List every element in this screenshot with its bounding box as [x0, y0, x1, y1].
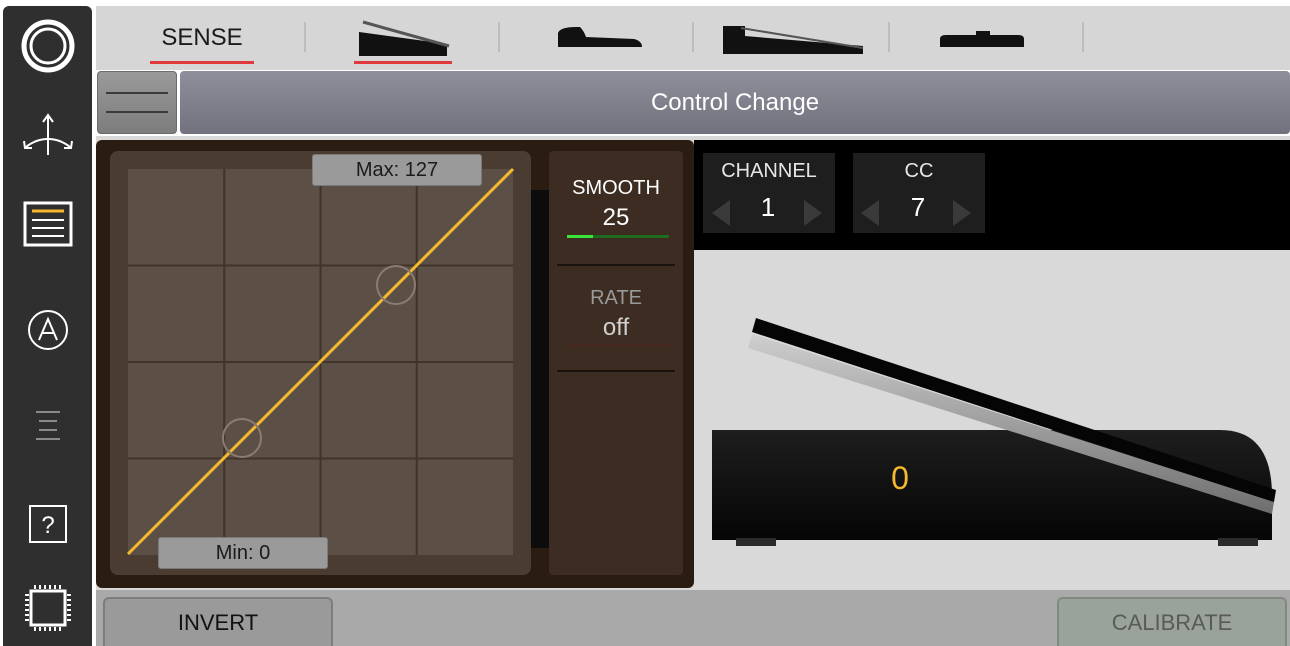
calibrate-button[interactable]: CALIBRATE — [1057, 597, 1287, 646]
channel-increment-icon[interactable] — [804, 200, 822, 226]
panel-divider — [531, 190, 549, 548]
rate-level-track — [567, 345, 669, 346]
response-curve-editor[interactable] — [110, 151, 531, 575]
invert-button[interactable]: INVERT — [103, 597, 333, 646]
channel-value: 1 — [760, 192, 776, 222]
tab-sense-underline — [150, 61, 254, 64]
param-separator — [557, 264, 675, 266]
rate-value[interactable]: off — [549, 314, 683, 342]
pedal-type-tabs: SENSE — [96, 6, 1290, 70]
tab-separator — [1082, 22, 1084, 52]
svg-text:?: ? — [41, 512, 54, 539]
hamburger-icon — [106, 92, 168, 94]
sidebar-item-power[interactable] — [3, 6, 92, 86]
routing-arrows-icon — [22, 113, 73, 155]
pedal-value: 0 — [891, 460, 909, 496]
channel-decrement-icon[interactable] — [712, 200, 730, 226]
curve-min-label[interactable]: Min: 0 — [158, 537, 328, 569]
channel-title: CHANNEL — [721, 160, 817, 182]
rate-title[interactable]: RATE — [549, 287, 683, 310]
curve-max-label[interactable]: Max: 127 — [312, 154, 482, 186]
sidebar-item-help[interactable]: ? — [3, 484, 92, 564]
mode-label: Control Change — [650, 88, 820, 116]
tab-separator — [498, 22, 500, 52]
tab-switch-pedal[interactable] — [922, 6, 1042, 70]
sidebar-item-routing[interactable] — [3, 94, 92, 174]
help-question-icon: ? — [28, 505, 67, 543]
tab-separator — [692, 22, 694, 52]
sidebar: ? — [3, 6, 92, 646]
settings-list-icon — [23, 201, 72, 247]
long-expression-pedal-icon — [723, 26, 864, 54]
cc-increment-icon[interactable] — [953, 200, 971, 226]
switch-pedal-icon — [940, 31, 1024, 47]
tab-long-expression-pedal[interactable] — [712, 6, 872, 70]
smooth-value[interactable]: 25 — [549, 204, 683, 232]
tab-expression-pedal[interactable] — [342, 6, 464, 70]
tab-sense-label: SENSE — [161, 24, 243, 51]
smooth-title[interactable]: SMOOTH — [549, 177, 683, 200]
mode-selector[interactable]: Control Change — [180, 71, 1290, 134]
tab-sense[interactable]: SENSE — [140, 6, 264, 70]
hamburger-line — [106, 111, 168, 113]
expression-pedal-image[interactable] — [700, 300, 1280, 560]
cc-title: CC — [904, 160, 934, 182]
menu-lines-icon — [35, 411, 60, 440]
smooth-level-fill — [567, 235, 593, 238]
menu-button[interactable] — [97, 71, 177, 134]
chip-icon — [24, 585, 71, 631]
cc-value: 7 — [910, 192, 926, 222]
cc-decrement-icon[interactable] — [861, 200, 879, 226]
tab-expression-underline — [354, 61, 452, 64]
tab-separator — [888, 22, 890, 52]
sidebar-item-chip[interactable] — [3, 568, 92, 646]
sidebar-item-menu[interactable] — [3, 386, 92, 466]
app-root: ? SENSE Control Change Max: 127 Min: 0 S… — [0, 0, 1290, 646]
auto-a-icon — [27, 310, 68, 350]
sidebar-item-settings[interactable] — [3, 184, 92, 264]
sustain-pedal-icon — [558, 27, 642, 47]
expression-pedal-icon — [359, 20, 450, 56]
param-separator — [557, 370, 675, 372]
tab-sustain-pedal[interactable] — [536, 6, 656, 70]
tab-separator — [304, 22, 306, 52]
sidebar-item-auto[interactable] — [3, 290, 92, 370]
power-ring-icon — [21, 19, 74, 73]
